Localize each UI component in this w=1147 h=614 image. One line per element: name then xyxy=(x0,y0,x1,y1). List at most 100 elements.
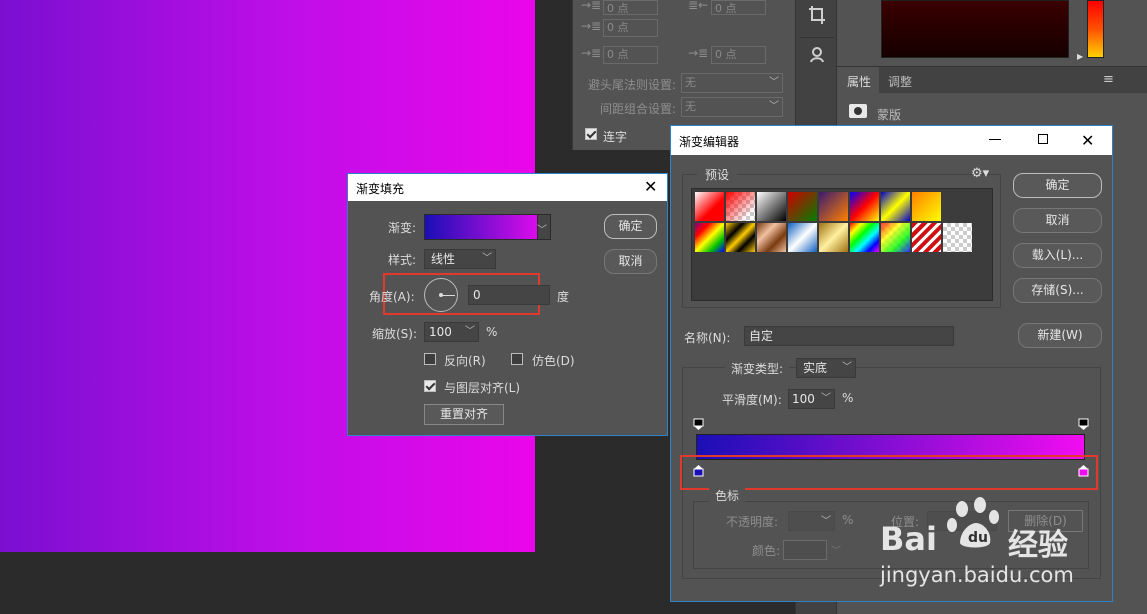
reverse-checkbox[interactable] xyxy=(424,353,436,365)
preset-swatch[interactable] xyxy=(756,191,787,222)
stops-group-label: 色标 xyxy=(709,487,746,504)
preset-swatch[interactable] xyxy=(849,222,880,253)
preset-swatch[interactable] xyxy=(787,191,818,222)
gradient-type-select[interactable]: 实底 ﹀ xyxy=(796,358,856,378)
maximize-icon[interactable] xyxy=(1038,134,1048,144)
kinsoku-label: 避头尾法则设置: xyxy=(588,78,677,92)
first-line-icon: →≣ xyxy=(581,19,602,33)
tab-properties-label: 属性 xyxy=(847,75,872,89)
angle-label: 角度(A): xyxy=(369,290,415,304)
baidu-watermark: Bai du 经验 jingyan.baidu.com xyxy=(880,495,1140,595)
tab-adjustments[interactable]: 调整 xyxy=(880,67,922,93)
gradient-dropdown-button[interactable]: ﹀ xyxy=(537,214,551,240)
opacity-stop-right[interactable] xyxy=(1078,418,1089,431)
hyphenate-checkbox[interactable] xyxy=(585,128,597,140)
gradient-preview-swatch[interactable] xyxy=(424,214,551,240)
panel-menu-icon[interactable]: ≡ xyxy=(1103,72,1114,87)
puppet-icon[interactable] xyxy=(808,46,826,64)
gradient-fill-dialog: 渐变填充 ✕ 渐变: ﹀ 确定 取消 样式: 线性 ﹀ 角度(A): 0 度 缩放… xyxy=(347,173,668,436)
angle-unit: 度 xyxy=(557,290,570,304)
mojikumi-label: 间距组合设置: xyxy=(600,102,677,116)
gradient-fill-titlebar: 渐变填充 ✕ xyxy=(348,174,667,201)
preset-swatch[interactable] xyxy=(756,222,787,253)
stop-color-swatch xyxy=(783,540,827,560)
preset-swatch[interactable] xyxy=(787,222,818,253)
space-after-icon: →≣ xyxy=(688,46,709,60)
smoothness-select[interactable]: 100 ﹀ xyxy=(788,389,835,409)
indent-left-icon: →≣ xyxy=(581,0,602,12)
first-line-field[interactable]: 0 点 xyxy=(603,19,658,37)
svg-text:du: du xyxy=(968,530,988,546)
close-icon[interactable]: ✕ xyxy=(644,177,657,196)
scale-select[interactable]: 100 ﹀ xyxy=(424,322,479,342)
preset-swatch[interactable] xyxy=(694,191,725,222)
smoothness-label: 平滑度(M): xyxy=(722,393,782,407)
space-before-field[interactable]: 0 点 xyxy=(603,46,658,64)
color-stop-left[interactable] xyxy=(693,464,704,477)
gradient-type-label: 渐变类型: xyxy=(725,360,790,377)
tool-divider xyxy=(800,37,834,38)
style-label: 样式: xyxy=(388,253,417,267)
angle-input[interactable]: 0 xyxy=(468,285,550,305)
scale-label: 缩放(S): xyxy=(372,327,418,341)
preset-swatch[interactable] xyxy=(880,191,911,222)
ok-button[interactable]: 确定 xyxy=(604,214,657,239)
presets-label: 预设 xyxy=(697,166,738,183)
reset-align-button[interactable]: 重置对齐 xyxy=(424,404,504,425)
color-stop-right[interactable] xyxy=(1078,464,1089,477)
preset-swatch[interactable] xyxy=(694,222,725,253)
stop-opacity-label: 不透明度: xyxy=(726,515,779,529)
cancel-button[interactable]: 取消 xyxy=(604,249,657,274)
new-button[interactable]: 新建(W) xyxy=(1018,323,1102,348)
angle-dial[interactable] xyxy=(424,278,458,312)
presets-gear-icon[interactable]: ⚙▾ xyxy=(971,166,989,181)
presets-list[interactable] xyxy=(691,188,993,301)
hue-slider[interactable] xyxy=(1087,0,1104,58)
color-panel: ▶ xyxy=(837,0,1147,66)
watermark-brand-cn: 经验 xyxy=(1008,528,1068,563)
preset-swatch[interactable] xyxy=(818,222,849,253)
preset-swatch[interactable] xyxy=(725,191,756,222)
style-select[interactable]: 线性 ﹀ xyxy=(424,249,496,269)
align-with-layer-checkbox[interactable] xyxy=(424,380,436,392)
indent-right-field[interactable]: 0 点 xyxy=(711,0,766,15)
preset-swatch[interactable] xyxy=(725,222,756,253)
watermark-brand: Bai xyxy=(880,520,937,558)
stop-color-label: 颜色: xyxy=(752,544,781,558)
space-after-field[interactable]: 0 点 xyxy=(711,46,766,64)
gradient-editor-titlebar: 渐变编辑器 ✕ xyxy=(671,126,1112,155)
gradient-editor-title: 渐变编辑器 xyxy=(679,135,740,149)
kinsoku-select[interactable]: 无 ﹀ xyxy=(681,73,783,93)
mask-icon xyxy=(849,104,867,118)
preset-swatch[interactable] xyxy=(911,222,942,253)
stop-opacity-select: ﹀ xyxy=(788,511,835,531)
preset-swatch[interactable] xyxy=(911,191,942,222)
scale-unit: % xyxy=(486,325,498,339)
crop-icon[interactable] xyxy=(808,5,826,25)
ok-button[interactable]: 确定 xyxy=(1013,173,1102,198)
opacity-stop-left[interactable] xyxy=(693,418,704,431)
preset-swatch[interactable] xyxy=(942,222,973,253)
name-label: 名称(N): xyxy=(684,331,731,345)
watermark-url: jingyan.baidu.com xyxy=(880,563,1074,587)
minimize-icon[interactable] xyxy=(989,139,1001,140)
tab-properties[interactable]: 属性 xyxy=(837,67,879,93)
cancel-button[interactable]: 取消 xyxy=(1013,208,1102,233)
mojikumi-select[interactable]: 无 ﹀ xyxy=(681,97,783,117)
close-icon[interactable]: ✕ xyxy=(1081,131,1094,150)
preset-swatch[interactable] xyxy=(818,191,849,222)
gradient-label: 渐变: xyxy=(388,221,417,235)
paw-icon: du xyxy=(947,497,999,548)
preset-swatch[interactable] xyxy=(849,191,880,222)
load-button[interactable]: 载入(L)... xyxy=(1013,243,1102,268)
gradient-fill-title: 渐变填充 xyxy=(356,182,405,196)
dither-checkbox[interactable] xyxy=(511,353,523,365)
stop-color-chevron-icon: ﹀ xyxy=(831,546,841,557)
color-field[interactable] xyxy=(881,0,1069,58)
smoothness-unit: % xyxy=(842,391,854,405)
align-with-layer-label: 与图层对齐(L) xyxy=(444,381,521,395)
save-button[interactable]: 存储(S)... xyxy=(1013,278,1102,303)
indent-left-field[interactable]: 0 点 xyxy=(603,0,658,15)
preset-swatch[interactable] xyxy=(880,222,911,253)
name-input[interactable]: 自定 xyxy=(744,326,954,346)
